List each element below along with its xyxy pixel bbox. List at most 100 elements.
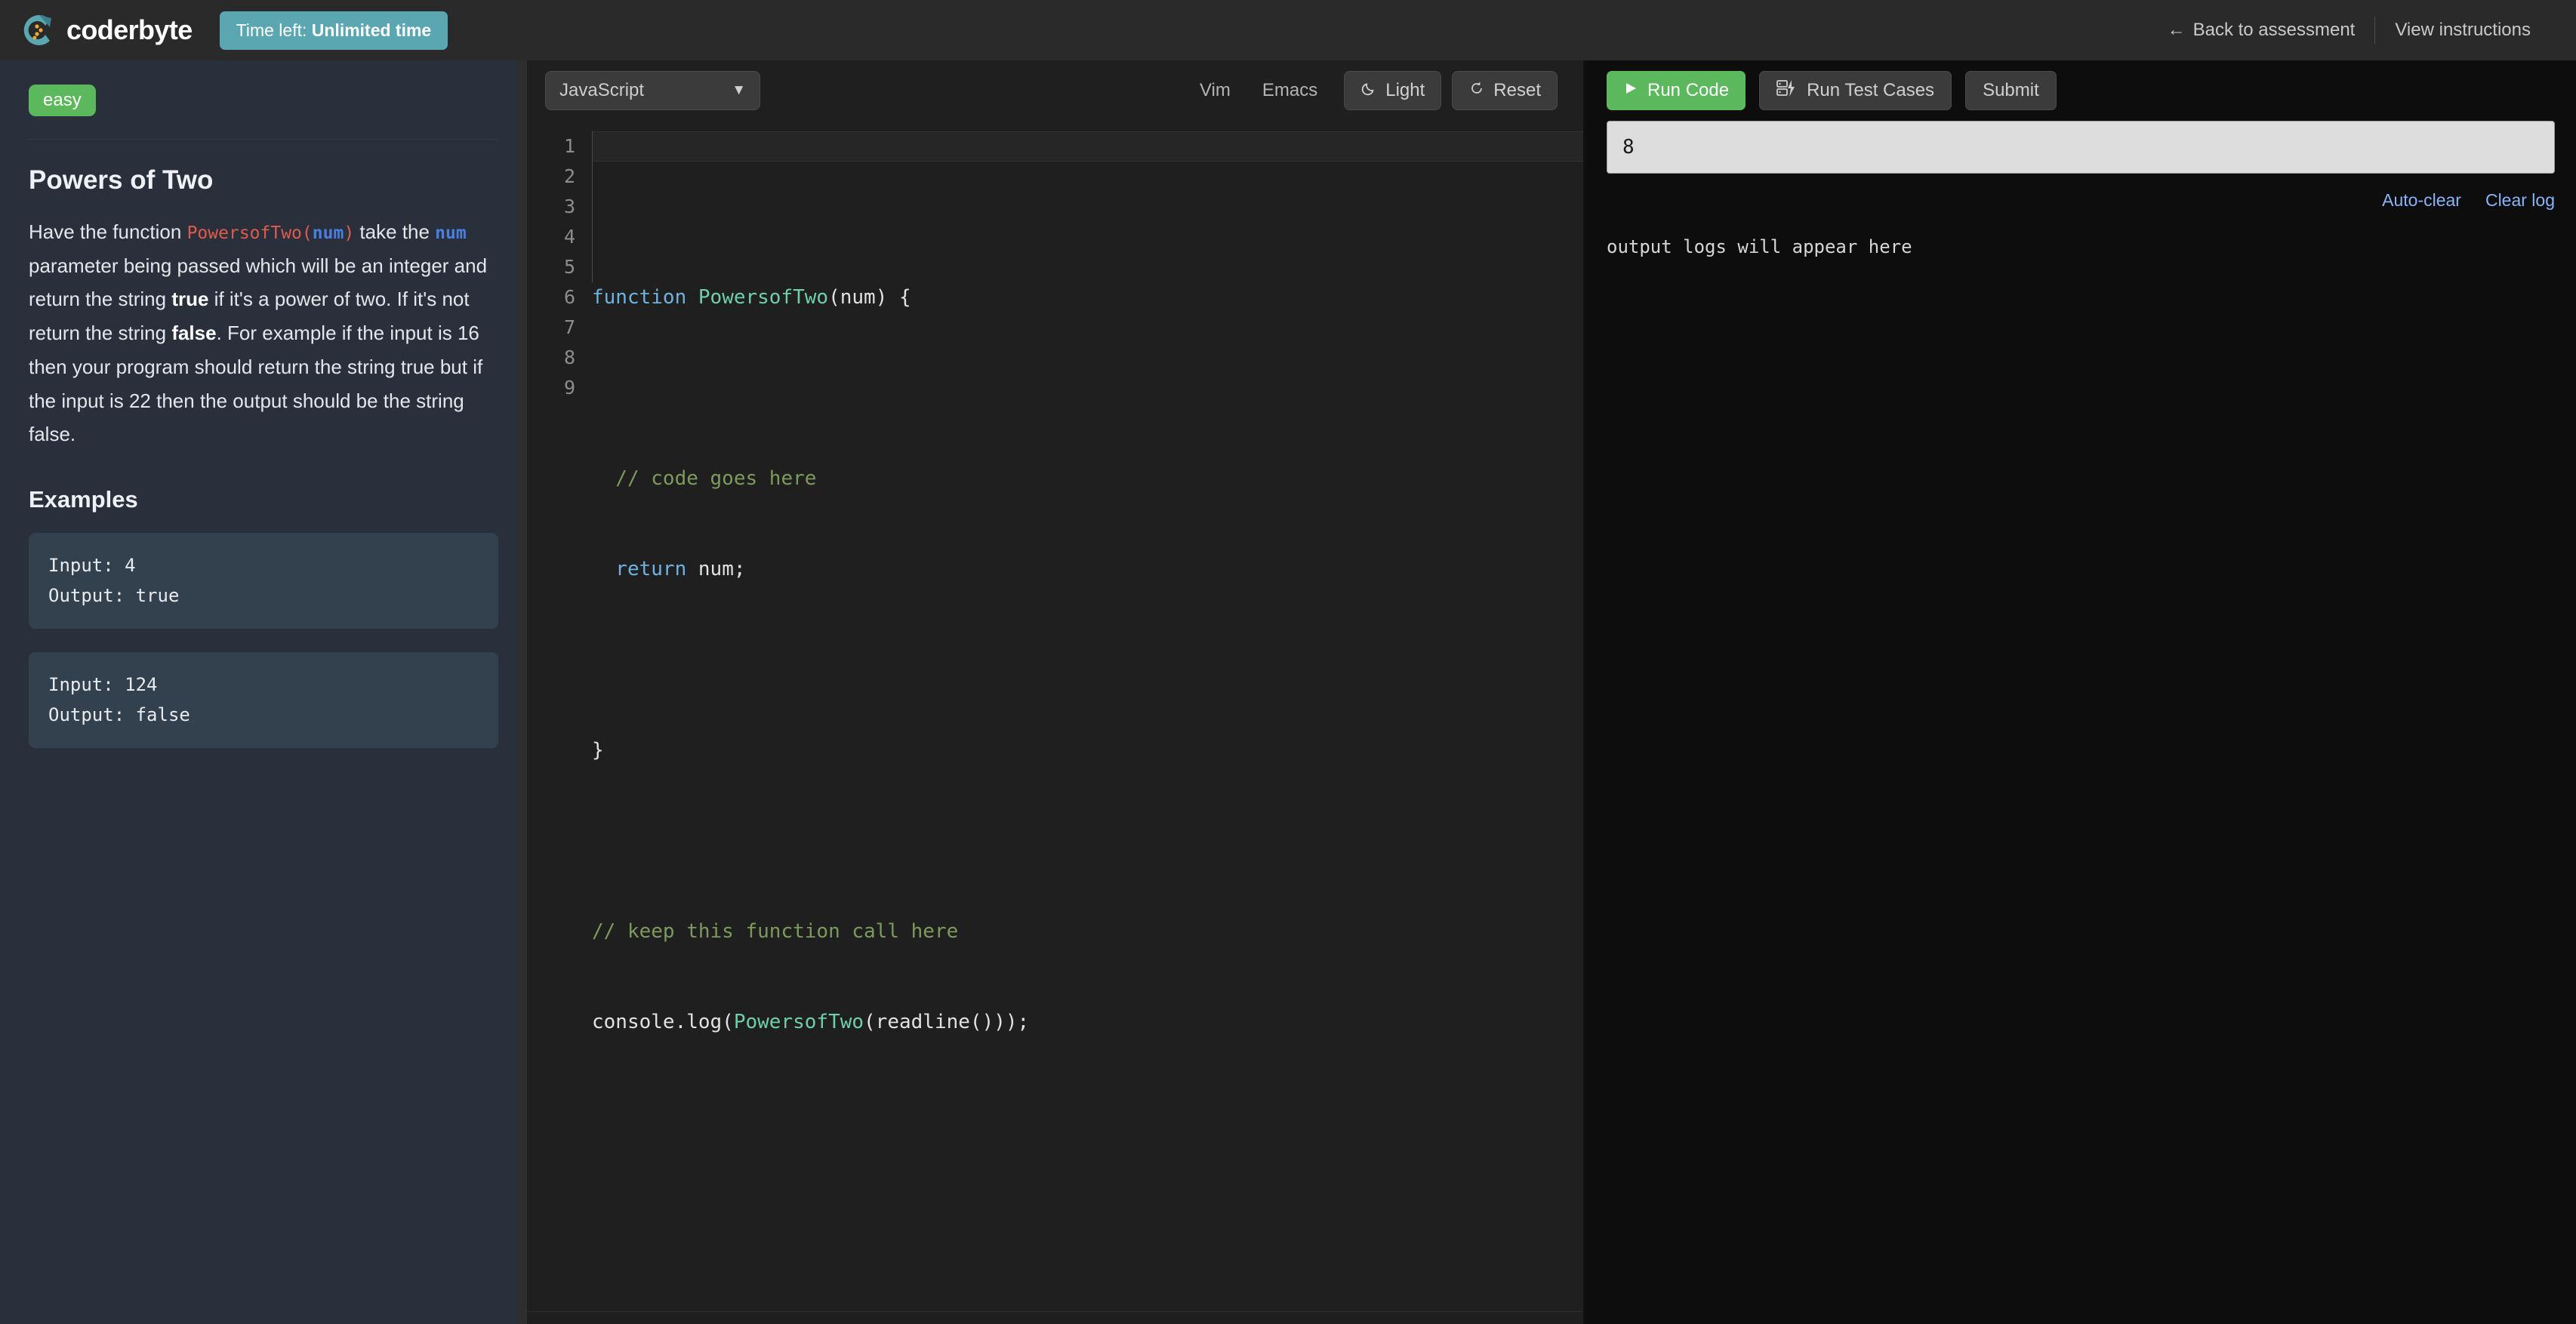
problem-title: Powers of Two [29,165,214,195]
reset-button[interactable]: Reset [1452,71,1558,110]
example-box: Input: 124 Output: false [29,652,498,749]
example-output: Output: true [48,584,180,606]
desc-bold-false: false [171,322,217,345]
line-number: 6 [563,286,575,308]
line-number: 1 [563,135,575,157]
code-readline-call: (readline())); [864,1011,1030,1033]
line-number: 2 [563,165,575,187]
line-number: 7 [563,316,575,338]
stdin-input[interactable]: 8 [1607,121,2555,174]
play-icon [1623,80,1638,101]
output-toolbar: Run Code Run Test Cases Submit [1607,60,2555,121]
chevron-down-icon: ▼ [732,82,746,98]
view-instructions-label: View instructions [2395,20,2531,40]
view-instructions-link[interactable]: View instructions [2375,20,2550,41]
output-log: output logs will appear here [1607,236,2555,1324]
time-left-value: Unlimited time [311,20,432,40]
theme-toggle-label: Light [1385,80,1425,100]
code-return-value: num; [686,558,746,580]
line-number: 5 [563,256,575,278]
theme-toggle-button[interactable]: Light [1344,71,1442,110]
sidebar-scrollbar[interactable] [517,60,527,1324]
back-to-assessment-label: Back to assessment [2192,20,2356,40]
editor-toolbar-actions: Vim Emacs Light Reset [1184,71,1558,110]
language-select[interactable]: JavaScript ▼ [545,71,760,110]
reset-label: Reset [1493,80,1541,100]
code-closing-brace: } [592,739,604,762]
line-number: 8 [563,346,575,368]
code-params: (num) { [828,286,911,309]
code-line-6: } [592,735,1583,765]
coderbyte-logo-icon [17,11,56,50]
examples-heading: Examples [29,486,138,513]
brand: coderbyte [17,11,193,50]
emacs-mode-button[interactable]: Emacs [1246,80,1333,101]
app-header: coderbyte Time left: Unlimited time ← Ba… [0,0,2576,60]
example-input: Input: 124 [48,674,158,696]
workspace: easy Powers of Two Have the function Pow… [0,60,2576,1324]
desc-function-name: PowersofTwo [186,223,302,243]
code-call-function-name: PowersofTwo [733,1011,864,1033]
code-console-log: console.log( [592,1011,734,1033]
desc-paren-close: ) [344,223,355,243]
line-number: 9 [563,377,575,399]
example-box: Input: 4 Output: true [29,533,498,630]
editor-horizontal-scrollbar[interactable] [527,1311,1583,1324]
arrow-left-icon: ← [2167,20,2186,40]
auto-clear-link[interactable]: Auto-clear [2382,190,2461,211]
line-number: 3 [563,196,575,217]
language-select-value: JavaScript [559,80,645,100]
output-log-placeholder: output logs will appear here [1607,236,1912,257]
time-left-badge: Time left: Unlimited time [219,11,448,50]
submit-button[interactable]: Submit [1965,71,2057,110]
clear-log-link[interactable]: Clear log [2485,190,2555,211]
back-to-assessment-link[interactable]: ← Back to assessment [2148,20,2375,41]
line-number: 4 [563,226,575,248]
code-line-4: return num; [592,554,1583,584]
example-output: Output: false [48,704,190,725]
example-input: Input: 4 [48,555,136,577]
desc-paren-open: ( [301,223,313,243]
line-number-gutter: 1 2 3 4 5 6 7 8 9 [527,121,592,1311]
run-test-cases-label: Run Test Cases [1807,80,1935,100]
run-code-button[interactable]: Run Code [1607,71,1746,110]
code-line-1: function PowersofTwo(num) { [592,282,1583,313]
code-function-name: PowersofTwo [686,286,829,309]
header-actions: ← Back to assessment View instructions [2148,17,2550,44]
editor-toolbar: JavaScript ▼ Vim Emacs Light Reset [527,60,1583,121]
code-keyword-return: return [592,558,687,580]
run-code-label: Run Code [1647,80,1730,100]
code-comment: // code goes here [592,467,817,490]
output-pane: Run Code Run Test Cases Submit 8 Auto-cl… [1585,60,2576,1324]
desc-arg: num [312,223,344,243]
log-actions: Auto-clear Clear log [1607,190,2555,211]
code-line-8: // keep this function call here [592,916,1583,947]
run-test-cases-button[interactable]: Run Test Cases [1759,71,1952,110]
indent-guide [592,131,593,282]
submit-label: Submit [1983,80,2039,100]
sidebar-divider [29,139,498,140]
stdin-value: 8 [1622,136,1635,159]
problem-sidebar: easy Powers of Two Have the function Pow… [0,60,527,1324]
active-line-highlight [592,131,1583,162]
time-left-prefix: Time left: [236,20,307,40]
code-line-9: console.log(PowersofTwo(readline())); [592,1007,1583,1037]
moon-icon [1360,80,1377,102]
code-area[interactable]: 1 2 3 4 5 6 7 8 9 function PowersofTwo(n… [527,121,1583,1311]
code-keyword-function: function [592,286,687,309]
refresh-icon [1468,80,1485,102]
code-text[interactable]: function PowersofTwo(num) { // code goes… [592,121,1583,1311]
vim-mode-button[interactable]: Vim [1184,80,1246,101]
desc-part-2: take the [354,220,436,243]
code-comment: // keep this function call here [592,920,959,943]
test-cases-icon [1776,79,1796,103]
desc-arg-2: num [435,223,467,243]
desc-part-1: Have the function [29,220,187,243]
difficulty-badge: easy [29,85,96,116]
brand-name: coderbyte [66,14,193,45]
problem-description: Have the function PowersofTwo(num) take … [29,215,498,451]
code-line-3: // code goes here [592,463,1583,494]
